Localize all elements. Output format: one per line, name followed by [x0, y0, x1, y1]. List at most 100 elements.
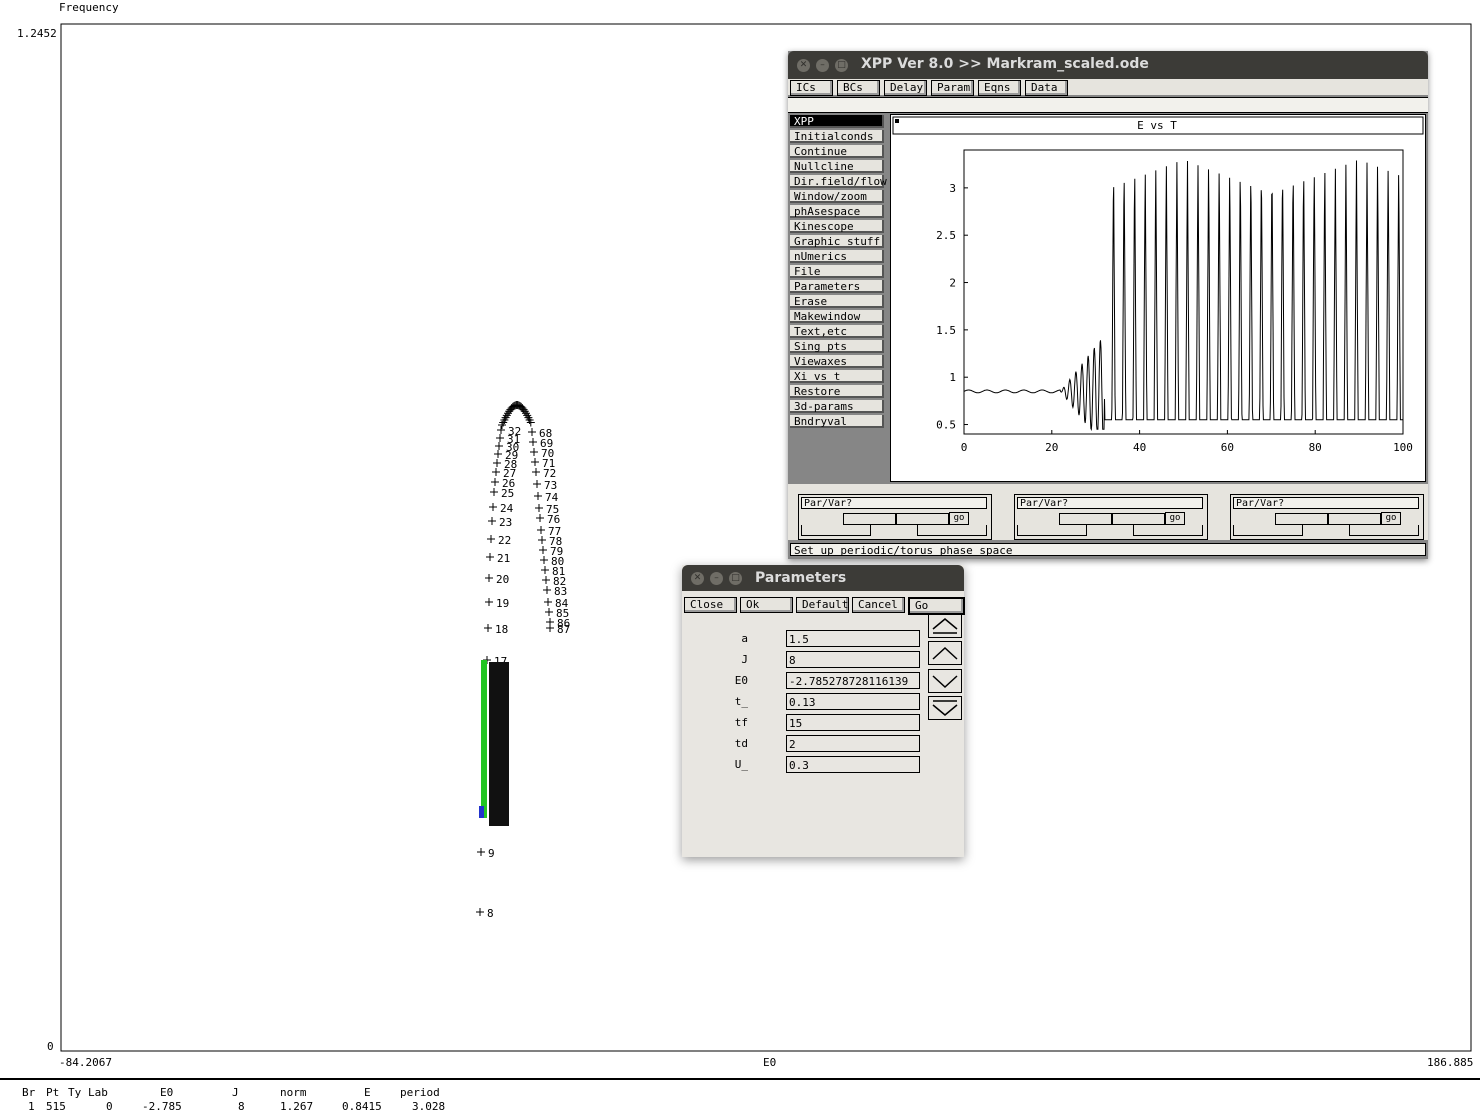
delay-button[interactable]: Delay — [884, 80, 927, 96]
hdr-lab: Lab — [88, 1086, 108, 1099]
default-button[interactable]: Default — [796, 597, 849, 613]
param-field-td[interactable]: 2 — [786, 735, 920, 752]
x-tick-label: 100 — [1393, 441, 1413, 454]
minimize-icon[interactable]: – — [816, 59, 829, 72]
param-field-a[interactable]: 1.5 — [786, 630, 920, 647]
slider-2-low[interactable] — [1017, 525, 1087, 536]
param-label-t: t_ — [734, 695, 748, 708]
menu-item-erase[interactable]: Erase — [790, 295, 884, 308]
slider-3-label[interactable]: Par/Var? — [1233, 497, 1419, 509]
menu-item-nullcline[interactable]: Nullcline — [790, 160, 884, 173]
slider-3-thumb[interactable] — [1327, 513, 1329, 525]
hdr-period: period — [400, 1086, 440, 1099]
close-button[interactable]: Close — [684, 597, 737, 613]
menu-item-numerics[interactable]: nUmerics — [790, 250, 884, 263]
menu-item-continue[interactable]: Continue — [790, 145, 884, 158]
ok-button[interactable]: Ok — [740, 597, 793, 613]
ics-button[interactable]: ICs — [790, 80, 833, 96]
hdr-norm: norm — [280, 1086, 307, 1099]
page-up-button[interactable] — [928, 614, 962, 638]
cancel-button[interactable]: Cancel — [852, 597, 905, 613]
slider-1-thumb[interactable] — [895, 513, 897, 525]
scroll-down-button[interactable] — [928, 669, 962, 693]
slider-1-label[interactable]: Par/Var? — [801, 497, 987, 509]
param-field-e0[interactable]: -2.785278728116139 — [786, 672, 920, 689]
go-button[interactable]: Go — [908, 597, 965, 615]
slider-2-high[interactable] — [1133, 525, 1203, 536]
param-field-tf[interactable]: 15 — [786, 714, 920, 731]
bcs-button[interactable]: BCs — [837, 80, 880, 96]
slider-1[interactable]: Par/Var? go — [798, 494, 992, 540]
hdr-e: E — [364, 1086, 371, 1099]
menu-item-parameters[interactable]: Parameters — [790, 280, 884, 293]
e-vs-t-chart[interactable]: E vs T 0 20 40 60 80 100 0.5 1 1.5 2 2.5 3 — [891, 115, 1425, 481]
xpp-titlebar[interactable]: ✕ – □ XPP Ver 8.0 >> Markram_scaled.ode — [788, 51, 1428, 79]
menu-item-dir-field-flow[interactable]: Dir.field/flow — [790, 175, 887, 188]
maximize-icon[interactable]: □ — [835, 59, 848, 72]
slider-3-track[interactable] — [1275, 513, 1381, 525]
y-axis-label: Frequency — [59, 1, 119, 14]
menu-item-viewaxes[interactable]: Viewaxes — [790, 355, 884, 368]
menu-item-file[interactable]: File — [790, 265, 884, 278]
branch-point-label: 19 — [496, 597, 509, 610]
slider-2-track[interactable] — [1059, 513, 1165, 525]
xpp-command-line[interactable] — [788, 97, 1428, 113]
menu-item-xi-vs-t[interactable]: Xi vs t — [790, 370, 884, 383]
x-tick-label: 40 — [1133, 441, 1146, 454]
param-button[interactable]: Param — [931, 80, 974, 96]
minimize-icon[interactable]: – — [710, 572, 723, 585]
menu-item-window-zoom[interactable]: Window/zoom — [790, 190, 884, 203]
y-min-label: 0 — [47, 1040, 54, 1053]
slider-3-low[interactable] — [1233, 525, 1303, 536]
menu-item-phasespace[interactable]: phAsespace — [790, 205, 884, 218]
branch-point-label: 32 — [508, 425, 521, 438]
slider-3-high[interactable] — [1349, 525, 1419, 536]
page-down-button[interactable] — [928, 696, 962, 720]
menu-item-restore[interactable]: Restore — [790, 385, 884, 398]
maximize-icon[interactable]: □ — [729, 572, 742, 585]
param-label-u: U_ — [734, 758, 748, 771]
param-field-t[interactable]: 0.13 — [786, 693, 920, 710]
param-field-j[interactable]: 8 — [786, 651, 920, 668]
param-label-e0: E0 — [734, 674, 748, 687]
data-button[interactable]: Data — [1025, 80, 1068, 96]
menu-item-graphic-stuff[interactable]: Graphic stuff — [790, 235, 884, 248]
slider-1-track[interactable] — [843, 513, 949, 525]
menu-item-xpp[interactable]: XPP — [790, 115, 884, 128]
menu-item-kinescope[interactable]: Kinescope — [790, 220, 884, 233]
parameters-title: Parameters — [755, 570, 847, 586]
menu-item-bndryval[interactable]: Bndryval — [790, 415, 884, 428]
slider-1-high[interactable] — [917, 525, 987, 536]
slider-2-go-button[interactable]: go — [1165, 512, 1185, 525]
close-icon[interactable]: ✕ — [797, 59, 810, 72]
slider-2-thumb[interactable] — [1111, 513, 1113, 525]
hdr-br: Br — [22, 1086, 36, 1099]
menu-item-initialconds[interactable]: Initialconds — [790, 130, 884, 143]
slider-1-go-button[interactable]: go — [949, 512, 969, 525]
slider-3-go-button[interactable]: go — [1381, 512, 1401, 525]
x-min-label: -84.2067 — [59, 1056, 112, 1069]
scroll-up-button[interactable] — [928, 641, 962, 665]
menu-item-text-etc[interactable]: Text,etc — [790, 325, 884, 338]
xpp-window-title: XPP Ver 8.0 >> Markram_scaled.ode — [861, 56, 1149, 72]
parameters-titlebar[interactable]: ✕ – □ Parameters — [682, 565, 964, 591]
val-j: 8 — [238, 1100, 245, 1113]
double-up-arrow-icon — [932, 618, 958, 634]
close-icon[interactable]: ✕ — [691, 572, 704, 585]
slider-2-label[interactable]: Par/Var? — [1017, 497, 1203, 509]
xpp-graph-window[interactable]: E vs T 0 20 40 60 80 100 0.5 1 1.5 2 2.5 3 — [890, 114, 1426, 482]
slider-1-low[interactable] — [801, 525, 871, 536]
auto-status-bar: Br Pt Ty Lab E0 J norm E period 1 515 0 … — [0, 1078, 1480, 1118]
eqns-button[interactable]: Eqns — [978, 80, 1021, 96]
val-norm: 1.267 — [280, 1100, 314, 1113]
param-field-u[interactable]: 0.3 — [786, 756, 920, 773]
param-label-td: td — [734, 737, 748, 750]
slider-2[interactable]: Par/Var? go — [1014, 494, 1208, 540]
menu-item-sing-pts[interactable]: Sing pts — [790, 340, 884, 353]
x-max-label: 186.885 — [1427, 1056, 1473, 1069]
y-tick-label: 2.5 — [936, 229, 956, 242]
menu-item-makewindow[interactable]: Makewindow — [790, 310, 884, 323]
slider-3[interactable]: Par/Var? go — [1230, 494, 1424, 540]
param-label-a: a — [741, 632, 748, 645]
menu-item-3d-params[interactable]: 3d-params — [790, 400, 884, 413]
